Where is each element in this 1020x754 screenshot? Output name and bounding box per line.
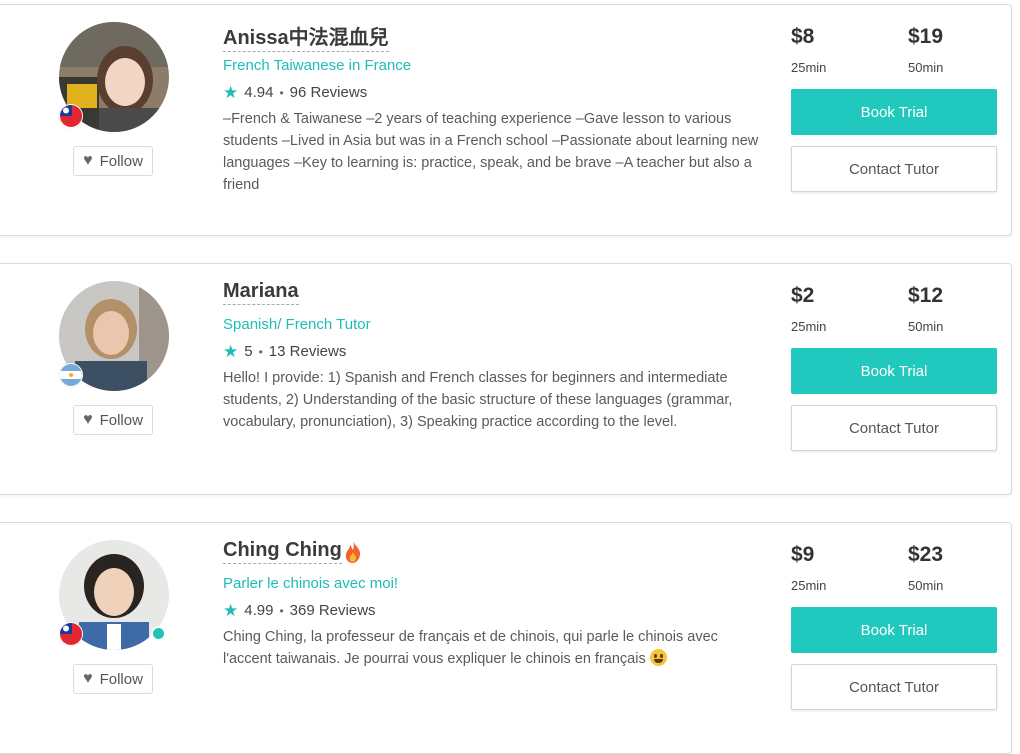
separator-dot: • xyxy=(258,344,263,359)
price-25min: $9 xyxy=(791,543,815,566)
tutor-subtitle: Spanish/ French Tutor xyxy=(223,316,371,333)
star-icon: ★ xyxy=(223,83,239,102)
price-25min: $8 xyxy=(791,25,815,48)
heart-icon: ♥ xyxy=(83,670,93,687)
tutor-name[interactable]: Anissa中法混血兒 xyxy=(223,21,389,52)
tutor-bio: Ching Ching, la professeur de français e… xyxy=(223,626,763,670)
star-icon: ★ xyxy=(223,342,239,361)
contact-tutor-button[interactable]: Contact Tutor xyxy=(791,146,997,192)
tutor-subtitle: French Taiwanese in France xyxy=(223,57,412,74)
price-50min: $23 xyxy=(908,543,944,566)
follow-button[interactable]: ♥ Follow xyxy=(73,146,153,176)
contact-tutor-button[interactable]: Contact Tutor xyxy=(791,664,997,710)
smile-emoji-icon xyxy=(649,649,667,666)
rating-value: 5 xyxy=(244,343,253,360)
argentina-flag-icon xyxy=(59,363,83,387)
tutor-name[interactable]: Ching Ching xyxy=(223,539,342,564)
duration-50min: 50min xyxy=(908,578,944,593)
tutor-rating: ★ 4.99 • 369 Reviews xyxy=(223,602,376,619)
rating-value: 4.99 xyxy=(244,602,274,619)
review-count[interactable]: 96 Reviews xyxy=(290,84,368,101)
rating-value: 4.94 xyxy=(244,84,274,101)
review-count[interactable]: 369 Reviews xyxy=(290,602,376,619)
price-50min: $19 xyxy=(908,25,944,48)
duration-50min: 50min xyxy=(908,60,944,75)
price-50min: $12 xyxy=(908,284,944,307)
follow-button[interactable]: ♥ Follow xyxy=(73,664,153,694)
fire-icon xyxy=(343,540,363,564)
heart-icon: ♥ xyxy=(83,411,93,428)
book-trial-button[interactable]: Book Trial xyxy=(791,607,997,653)
separator-dot: • xyxy=(279,603,284,618)
duration-50min: 50min xyxy=(908,319,944,334)
follow-button[interactable]: ♥ Follow xyxy=(73,405,153,435)
tutor-bio: Hello! I provide: 1) Spanish and French … xyxy=(223,370,733,430)
contact-tutor-button[interactable]: Contact Tutor xyxy=(791,405,997,451)
heart-icon: ♥ xyxy=(83,152,93,169)
tutor-card[interactable]: ♥ Follow Ching Ching Parler le chinois a… xyxy=(0,522,1012,754)
tutor-bio-text: Ching Ching, la professeur de français e… xyxy=(223,629,718,667)
tutor-name[interactable]: Mariana xyxy=(223,280,299,305)
separator-dot: • xyxy=(279,85,284,100)
duration-25min: 25min xyxy=(791,578,827,593)
tutor-subtitle: Parler le chinois avec moi! xyxy=(223,575,399,592)
duration-25min: 25min xyxy=(791,319,827,334)
follow-label: Follow xyxy=(99,670,143,688)
taiwan-flag-icon xyxy=(59,622,83,646)
online-status-icon xyxy=(151,626,166,641)
price-25min: $2 xyxy=(791,284,815,307)
book-trial-button[interactable]: Book Trial xyxy=(791,348,997,394)
tutor-bio: –French & Taiwanese –2 years of teaching… xyxy=(223,111,759,193)
taiwan-flag-icon xyxy=(59,104,83,128)
duration-25min: 25min xyxy=(791,60,827,75)
book-trial-button[interactable]: Book Trial xyxy=(791,89,997,135)
tutor-card[interactable]: ♥ Follow Anissa中法混血兒 French Taiwanese in… xyxy=(0,4,1012,236)
star-icon: ★ xyxy=(223,601,239,620)
tutor-card[interactable]: ♥ Follow Mariana Spanish/ French Tutor ★… xyxy=(0,263,1012,495)
follow-label: Follow xyxy=(99,411,143,429)
tutor-rating: ★ 5 • 13 Reviews xyxy=(223,343,346,360)
tutor-rating: ★ 4.94 • 96 Reviews xyxy=(223,84,367,101)
follow-label: Follow xyxy=(99,152,143,170)
review-count[interactable]: 13 Reviews xyxy=(269,343,347,360)
